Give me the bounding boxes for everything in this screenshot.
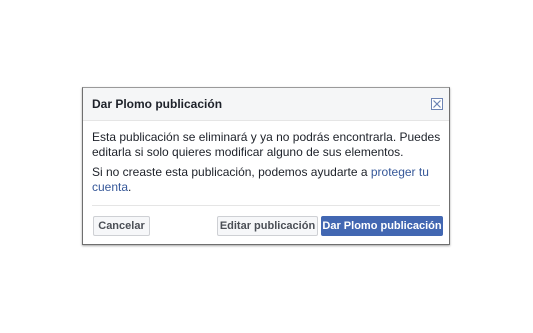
dialog-body: Esta publicación se eliminará y ya no po… (92, 130, 442, 200)
dialog-header: Dar Plomo publicación (83, 88, 449, 121)
dialog-title: Dar Plomo publicación (92, 97, 223, 111)
edit-post-button[interactable]: Editar publicación (217, 216, 318, 236)
delete-post-dialog: Dar Plomo publicación Esta publicación s… (82, 87, 450, 245)
help-text-end: . (128, 180, 132, 194)
close-icon[interactable] (431, 98, 443, 110)
cancel-button[interactable]: Cancelar (93, 216, 150, 236)
help-text: Si no creaste esta publicación, podemos … (92, 165, 371, 179)
confirm-button[interactable]: Dar Plomo publicación (321, 216, 443, 236)
dialog-separator (92, 205, 440, 206)
dialog-help-text: Si no creaste esta publicación, podemos … (92, 165, 442, 195)
dialog-message: Esta publicación se eliminará y ya no po… (92, 130, 441, 159)
